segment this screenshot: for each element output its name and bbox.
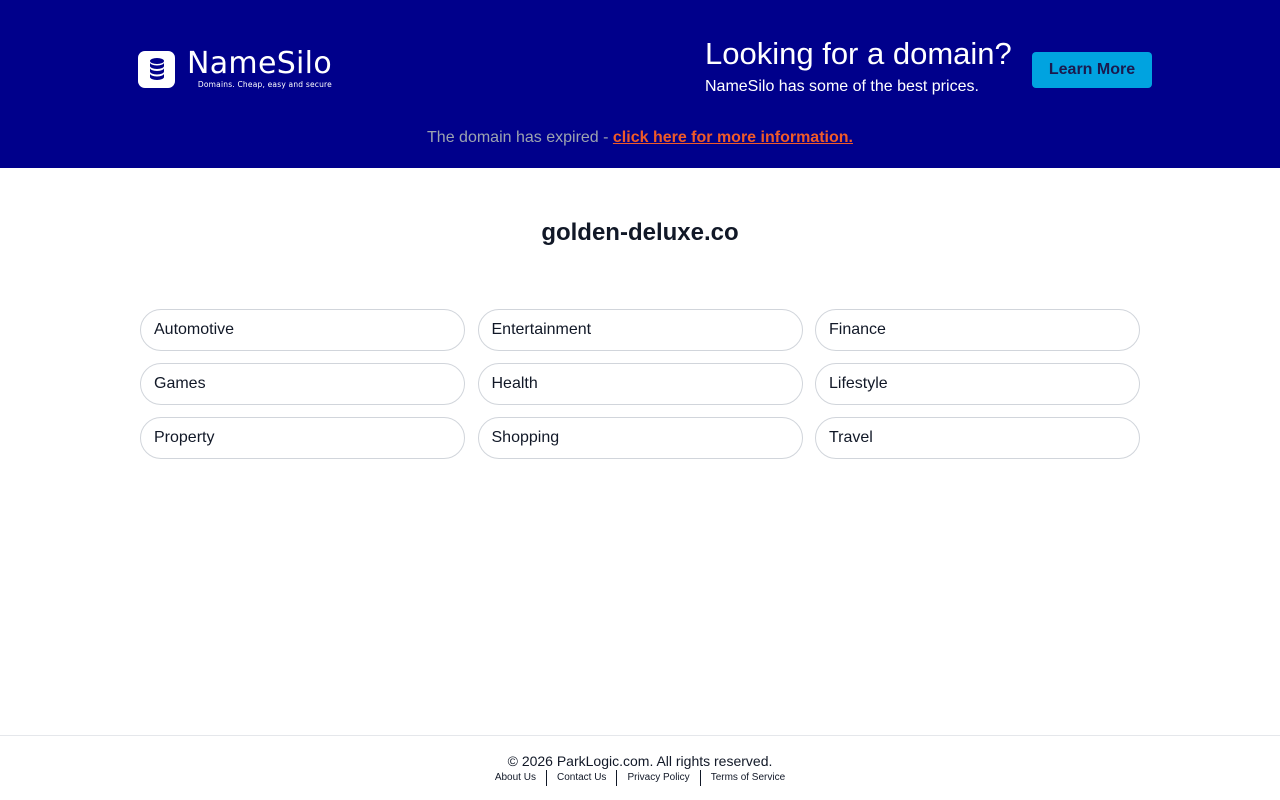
category-property[interactable]: Property [140, 417, 465, 459]
logo-tagline: Domains. Cheap, easy and secure [197, 80, 332, 89]
category-shopping[interactable]: Shopping [477, 417, 803, 459]
promo-title: Looking for a domain? [705, 36, 1012, 71]
category-lifestyle[interactable]: Lifestyle [815, 363, 1140, 405]
expired-text: The domain has expired - [427, 129, 613, 146]
more-information-link[interactable]: click here for more information. [613, 129, 853, 146]
about-us-link[interactable]: About Us [485, 769, 546, 787]
category-health[interactable]: Health [477, 363, 803, 405]
terms-of-service-link[interactable]: Terms of Service [701, 769, 795, 787]
privacy-policy-link[interactable]: Privacy Policy [617, 769, 699, 787]
learn-more-button[interactable]: Learn More [1032, 52, 1152, 88]
category-travel[interactable]: Travel [815, 417, 1140, 459]
database-icon [138, 50, 175, 88]
copyright: © 2026 ParkLogic.com. All rights reserve… [507, 753, 773, 769]
domain-name: golden-deluxe.co [541, 219, 739, 246]
promo-subtitle: NameSilo has some of the best prices. [705, 78, 979, 95]
contact-us-link[interactable]: Contact Us [547, 769, 616, 787]
header-banner: NameSilo Domains. Cheap, easy and secure… [0, 0, 1280, 168]
category-automotive[interactable]: Automotive [140, 309, 465, 351]
footer-links: About Us Contact Us Privacy Policy Terms… [0, 769, 1280, 787]
footer: © 2026 ParkLogic.com. All rights reserve… [0, 735, 1280, 800]
category-entertainment[interactable]: Entertainment [477, 309, 803, 351]
namesilo-logo[interactable]: NameSilo Domains. Cheap, easy and secure [138, 49, 332, 89]
category-games[interactable]: Games [140, 363, 465, 405]
promo: Looking for a domain? NameSilo has some … [705, 36, 1012, 97]
logo-name: NameSilo [187, 46, 332, 81]
category-grid: Automotive Entertainment Finance Games H… [140, 309, 1140, 459]
expired-notice: The domain has expired - click here for … [0, 128, 1280, 148]
category-finance[interactable]: Finance [815, 309, 1140, 351]
